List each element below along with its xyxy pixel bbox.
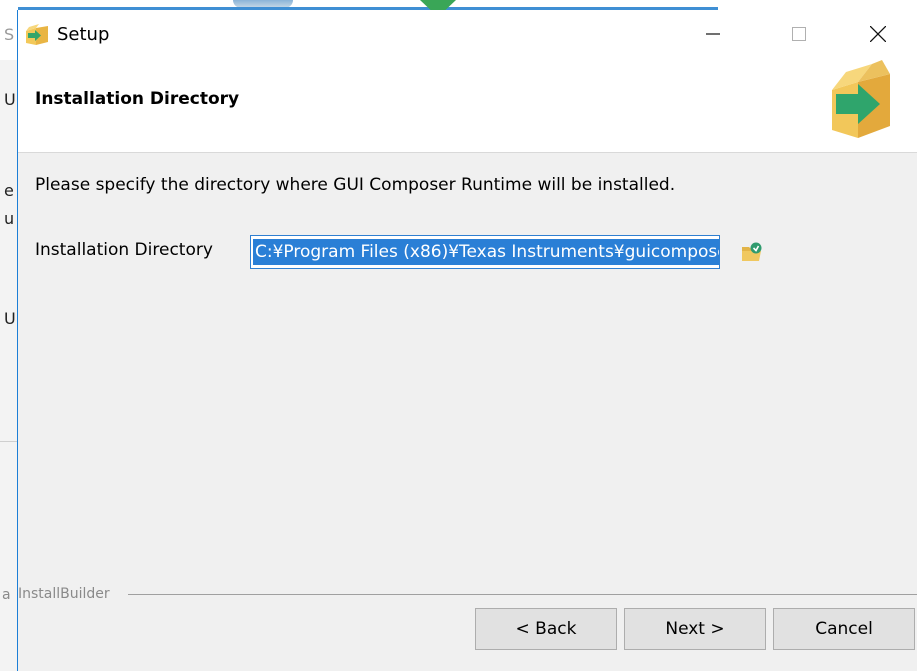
window-title: Setup: [57, 24, 110, 45]
background-text: e: [4, 181, 14, 200]
minimize-icon: [706, 33, 720, 35]
background-window: S U e u U: [0, 0, 18, 671]
page-title: Installation Directory: [35, 89, 240, 109]
page-header: Installation Directory: [18, 60, 917, 153]
installation-directory-value: C:¥Program Files (x86)¥Texas Instruments…: [253, 239, 719, 265]
installation-directory-label: Installation Directory: [35, 240, 213, 260]
background-text: S: [4, 25, 15, 44]
cancel-button[interactable]: Cancel: [773, 608, 915, 650]
next-button[interactable]: Next >: [624, 608, 766, 650]
title-bar[interactable]: Setup: [18, 10, 917, 60]
setup-app-icon: [26, 24, 48, 45]
maximize-icon: [792, 27, 806, 41]
minimize-button[interactable]: [688, 10, 738, 58]
background-text: U: [4, 90, 16, 109]
setup-dialog: Setup Installation Directory Please spec…: [17, 10, 917, 671]
background-window-edge: [18, 0, 718, 10]
footer-divider: [128, 594, 917, 595]
browse-folder-button[interactable]: [740, 241, 764, 263]
close-button[interactable]: [853, 10, 903, 58]
close-icon: [870, 26, 886, 42]
maximize-button[interactable]: [774, 10, 824, 58]
back-button[interactable]: < Back: [475, 608, 617, 650]
installer-box-icon: [832, 60, 890, 138]
background-text: U: [4, 309, 16, 328]
background-text: u: [4, 209, 15, 228]
installbuilder-brand: InstallBuilder: [18, 586, 110, 602]
description-text: Please specify the directory where GUI C…: [35, 175, 676, 195]
background-text: a: [2, 587, 11, 603]
installation-directory-input[interactable]: C:¥Program Files (x86)¥Texas Instruments…: [250, 235, 720, 269]
